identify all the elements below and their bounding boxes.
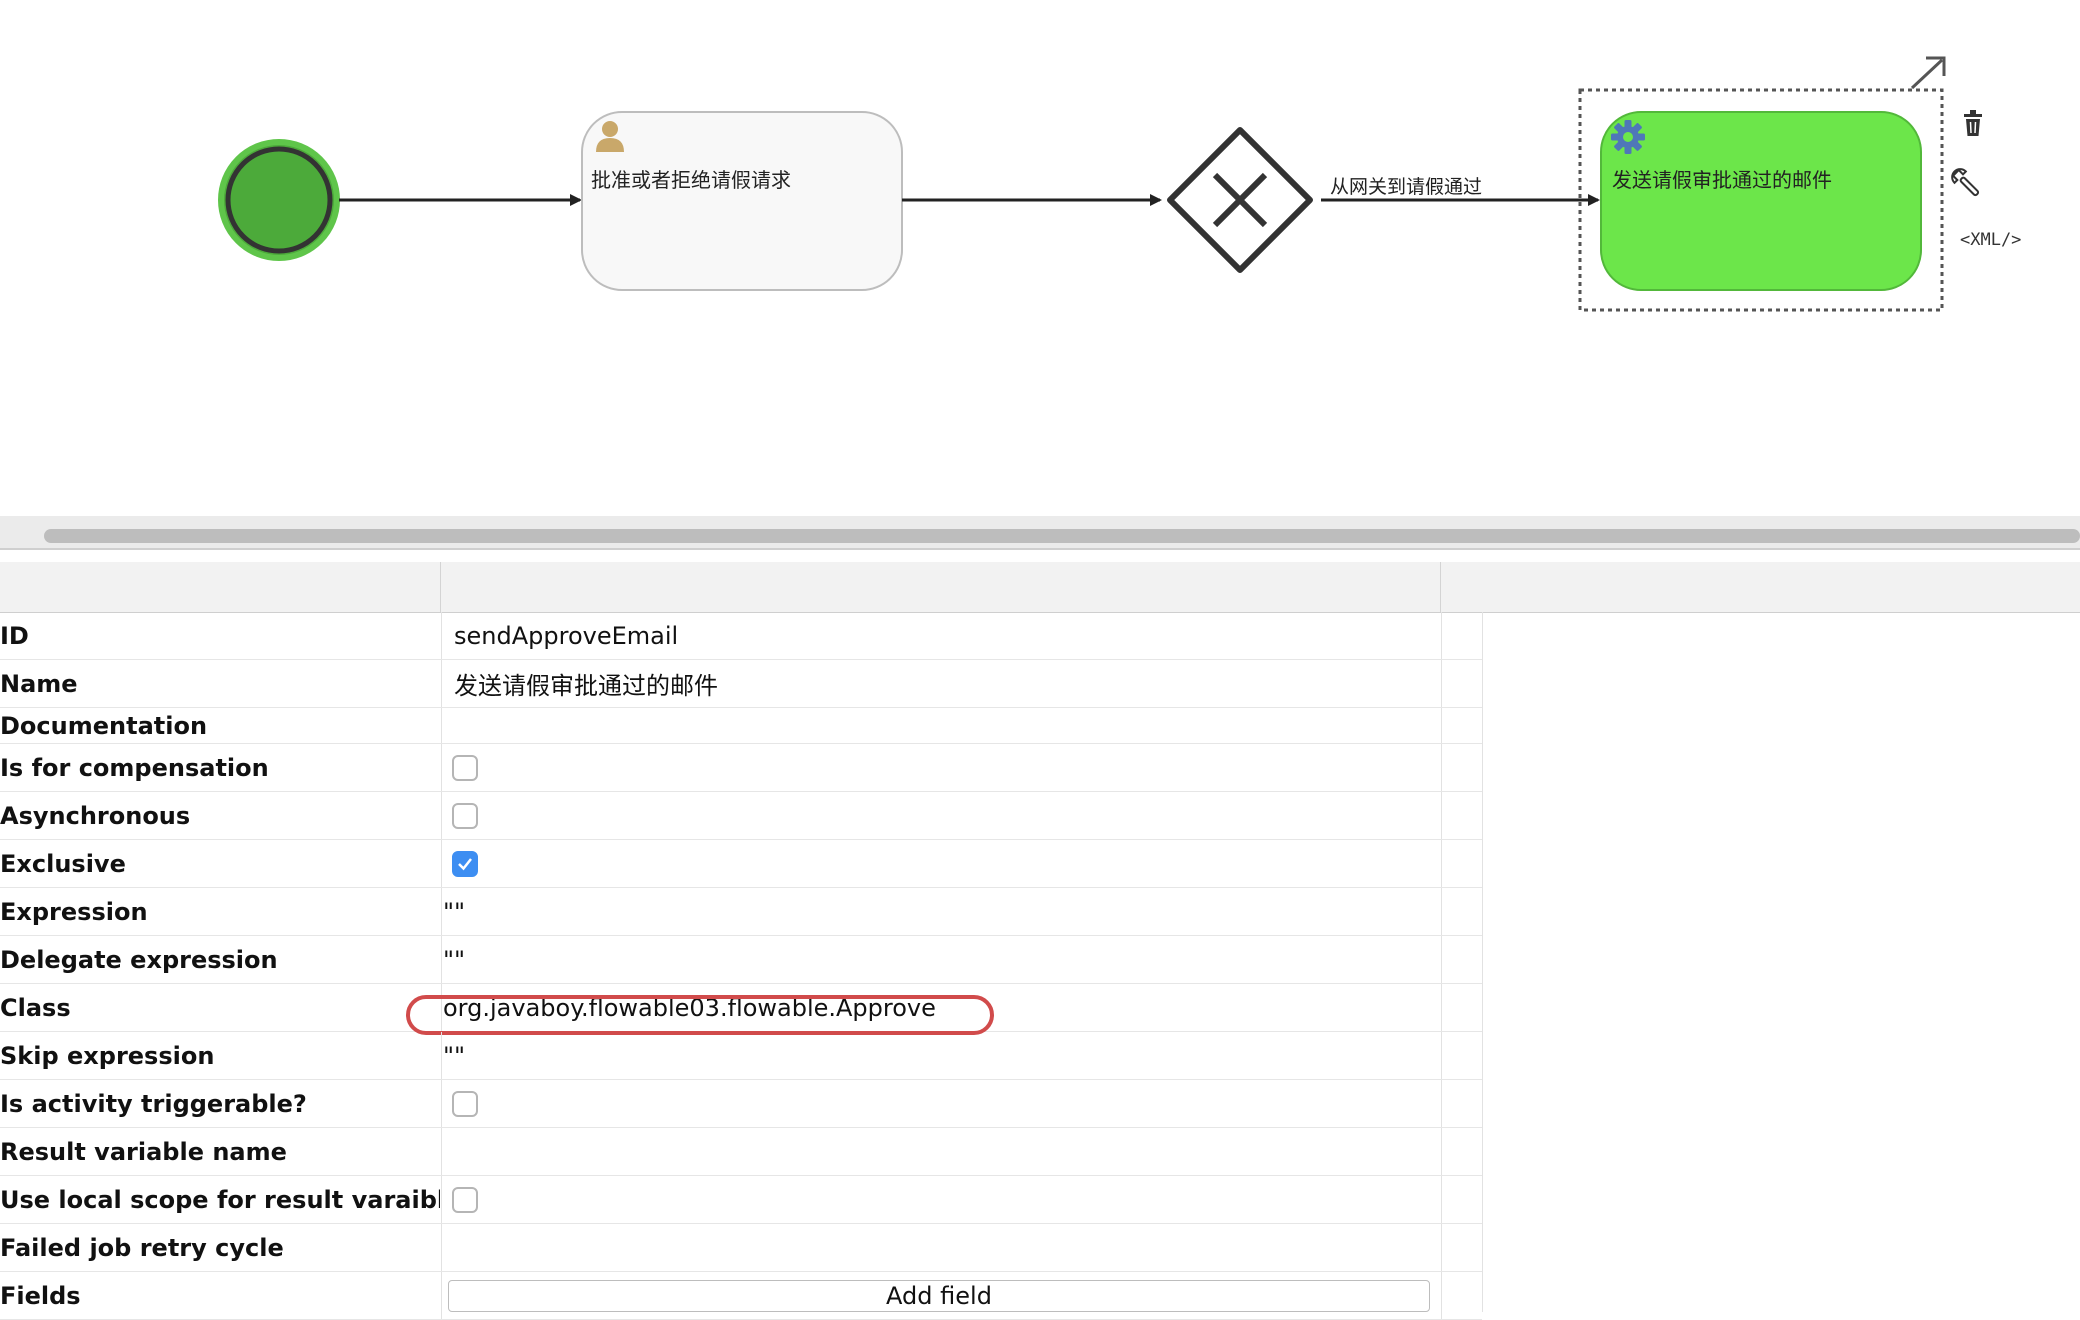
compensation-cell	[441, 744, 1442, 791]
prop-label: Is activity triggerable?	[0, 1089, 307, 1118]
result-variable-field[interactable]	[441, 1128, 1442, 1175]
properties-header	[0, 562, 2080, 613]
prop-label: Class	[0, 993, 71, 1022]
prop-row-name: Name 发送请假审批通过的邮件	[0, 660, 1482, 708]
prop-label: Name	[0, 669, 78, 698]
name-field[interactable]: 发送请假审批通过的邮件	[441, 660, 1442, 707]
prop-row-compensation: Is for compensation	[0, 744, 1482, 792]
documentation-field[interactable]	[441, 708, 1442, 743]
exclusive-checkbox[interactable]	[452, 850, 478, 877]
prop-label: Delegate expression	[0, 945, 278, 974]
prop-row-skip-expression: Skip expression ""	[0, 1032, 1482, 1080]
prop-value: ""	[443, 945, 466, 974]
prop-row-documentation: Documentation	[0, 708, 1482, 744]
prop-label: Failed job retry cycle	[0, 1233, 284, 1262]
prop-row-class: Class org.javaboy.flowable03.flowable.Ap…	[0, 984, 1482, 1035]
delegate-expression-field[interactable]: ""	[441, 936, 1442, 983]
prop-row-expression: Expression ""	[0, 888, 1482, 936]
exclusive-cell	[441, 840, 1442, 887]
prop-value: 发送请假审批通过的邮件	[454, 672, 718, 700]
local-scope-cell	[441, 1176, 1442, 1223]
process-canvas[interactable]: 批准或者拒绝请假请求 从网关到请假通过 发送请假审批通过的邮件 <XML/>	[0, 0, 2080, 516]
prop-value: org.javaboy.flowable03.flowable.Approve	[443, 993, 936, 1022]
flow-label: 从网关到请假通过	[1330, 176, 1483, 198]
skip-expression-field[interactable]: ""	[441, 1032, 1442, 1079]
prop-label: Result variable name	[0, 1137, 287, 1166]
properties-table: ID sendApproveEmail Name 发送请假审批通过的邮件 Doc…	[0, 612, 1482, 1320]
delete-icon[interactable]	[1964, 110, 1982, 136]
prop-label: Skip expression	[0, 1041, 215, 1070]
prop-row-fields: Fields Add field	[0, 1272, 1482, 1320]
compensation-checkbox[interactable]	[452, 754, 478, 781]
prop-row-triggerable: Is activity triggerable?	[0, 1080, 1482, 1128]
prop-label: Documentation	[0, 711, 208, 740]
prop-row-asynchronous: Asynchronous	[0, 792, 1482, 840]
prop-label: Use local scope for result varaible	[0, 1185, 440, 1214]
prop-label: Is for compensation	[0, 753, 269, 782]
wrench-icon[interactable]	[1949, 166, 1983, 200]
prop-row-failed-job-retry: Failed job retry cycle	[0, 1224, 1482, 1272]
prop-row-local-scope: Use local scope for result varaible	[0, 1176, 1482, 1224]
class-value: org.javaboy.flowable03.flowable.Approve	[406, 993, 994, 1035]
table-right-gutter	[1440, 612, 1483, 1312]
id-field[interactable]: sendApproveEmail	[441, 612, 1442, 659]
user-task-label: 批准或者拒绝请假请求	[591, 168, 791, 192]
xml-button[interactable]: <XML/>	[1960, 230, 2021, 250]
asynchronous-cell	[441, 792, 1442, 839]
prop-label: Asynchronous	[0, 801, 191, 830]
prop-label: Exclusive	[0, 849, 126, 878]
prop-row-delegate-expression: Delegate expression ""	[0, 936, 1482, 984]
triggerable-checkbox[interactable]	[452, 1090, 478, 1117]
exclusive-gateway[interactable]	[1167, 127, 1313, 273]
prop-label: ID	[0, 621, 29, 650]
failed-job-retry-field[interactable]	[441, 1224, 1442, 1271]
gear-icon	[1611, 120, 1645, 154]
service-task-label: 发送请假审批通过的邮件	[1612, 168, 1832, 192]
start-event[interactable]	[218, 139, 340, 261]
prop-label: Expression	[0, 897, 148, 926]
class-field[interactable]: org.javaboy.flowable03.flowable.Approve	[406, 984, 1442, 1035]
prop-row-result-variable: Result variable name	[0, 1128, 1482, 1176]
process-diagram[interactable]	[0, 0, 2080, 516]
prop-value: ""	[443, 1041, 466, 1070]
scrollbar-thumb[interactable]	[44, 529, 2080, 543]
horizontal-scrollbar[interactable]	[0, 516, 2080, 550]
prop-row-exclusive: Exclusive	[0, 840, 1482, 888]
prop-value: ""	[443, 897, 466, 926]
prop-value: sendApproveEmail	[454, 621, 679, 650]
prop-row-id: ID sendApproveEmail	[0, 612, 1482, 660]
expression-field[interactable]: ""	[441, 888, 1442, 935]
add-field-button[interactable]: Add field	[448, 1279, 1430, 1312]
service-task[interactable]	[1600, 111, 1922, 291]
user-task[interactable]	[581, 111, 903, 291]
triggerable-cell	[441, 1080, 1442, 1127]
resize-handle[interactable]	[1910, 58, 1944, 90]
asynchronous-checkbox[interactable]	[452, 802, 478, 829]
checkmark-icon	[458, 857, 472, 870]
local-scope-checkbox[interactable]	[452, 1186, 478, 1213]
